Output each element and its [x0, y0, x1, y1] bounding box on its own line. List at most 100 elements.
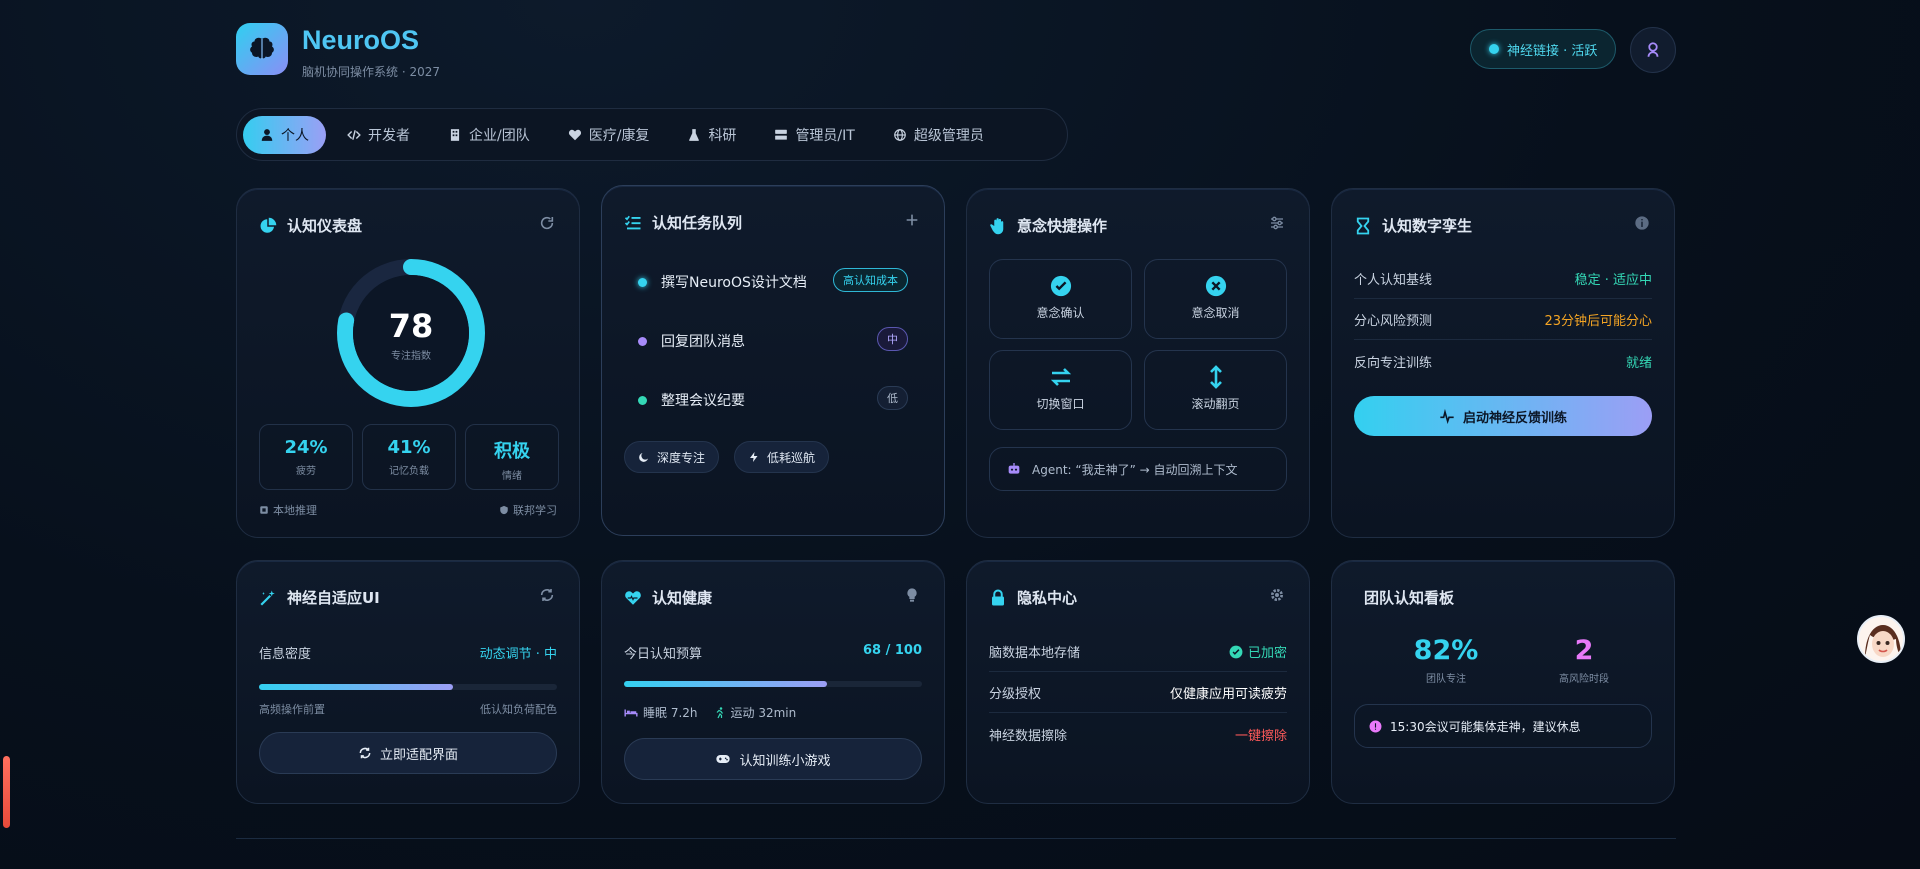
intent-title: 意念快捷操作 [1017, 217, 1108, 235]
card-title: 意念快捷操作 [989, 215, 1107, 236]
task-item[interactable]: 回复团队消息 [638, 331, 745, 351]
twin-row: 个人认知基线 稳定 · 适应中 [1354, 259, 1652, 299]
erase-link[interactable]: 一键擦除 [1235, 725, 1287, 744]
chip-icon [260, 506, 268, 514]
stat-value: 积极 [494, 441, 530, 462]
start-neurofeedback-button[interactable]: 启动神经反馈训练 [1354, 396, 1652, 436]
task-label: 整理会议纪要 [661, 393, 745, 409]
hand-icon [990, 217, 1004, 234]
tab-developer[interactable]: 开发者 [330, 116, 427, 154]
tab-label: 开发者 [368, 127, 410, 144]
density-label: 信息密度 [259, 647, 312, 662]
tab-personal[interactable]: 个人 [243, 115, 326, 154]
stat-label: 记忆负载 [389, 466, 429, 477]
side-scroll-handle[interactable] [3, 756, 10, 828]
task-dot [638, 336, 647, 346]
row-value: 仅健康应用可读疲劳 [1169, 687, 1287, 702]
hint-right: 低认知负荷配色 [480, 703, 557, 716]
task-label: 回复团队消息 [661, 334, 745, 350]
digital-twin-card: 认知数字孪生 个人认知基线 稳定 · 适应中 分心风险预测 23分钟后可能分心 … [1331, 188, 1675, 538]
pie-chart-icon [260, 217, 277, 233]
check-circle-icon [1049, 274, 1073, 298]
brain-game-button[interactable]: 认知训练小游戏 [624, 738, 922, 780]
heart-pulse-icon [568, 129, 581, 140]
scroll-page-button[interactable]: 滚动翻页 [1144, 350, 1287, 430]
user-badge-icon [1647, 42, 1659, 57]
tab-super-admin[interactable]: 超级管理员 [876, 116, 1001, 154]
privacy-row[interactable]: 神经数据擦除 一键擦除 [989, 714, 1287, 754]
tab-label: 超级管理员 [913, 127, 984, 144]
building-icon [450, 128, 460, 141]
assistant-avatar-button[interactable] [1857, 615, 1905, 663]
tab-medical[interactable]: 医疗/康复 [551, 116, 667, 154]
adaptive-title: 神经自适应UI [287, 589, 380, 607]
row-key: 反向专注训练 [1354, 355, 1433, 371]
sync-icon [540, 589, 554, 601]
privacy-center-card: 隐私中心 脑数据本地存储 已加密 分级授权 仅健康应用可读疲劳 神经数据擦除 一… [966, 560, 1310, 804]
tab-admin-it[interactable]: 管理员/IT [757, 116, 871, 154]
magic-wand-icon [260, 590, 275, 606]
running-icon [716, 706, 723, 718]
agent-hint[interactable]: Agent: “我走神了” → 自动回溯上下文 [989, 447, 1287, 491]
app-header: NeuroOS 脑机协同操作系统 · 2027 神经链接 · 活跃 [236, 23, 1676, 83]
team-board-card: 团队认知看板 82% 团队专注 2 高风险时段 15:30会议可能集体走神，建议… [1331, 560, 1675, 804]
intent-confirm-button[interactable]: 意念确认 [989, 259, 1132, 339]
sliders-icon [1271, 216, 1283, 230]
chip-label: 深度专注 [657, 450, 706, 465]
health-metrics: 睡眠 7.2h 运动 32min [624, 704, 922, 721]
robot-icon [1008, 463, 1020, 474]
tips-button[interactable] [904, 587, 922, 605]
team-alert[interactable]: 15:30会议可能集体走神，建议休息 [1354, 704, 1652, 748]
status-label: 神经链接 · 活跃 [1507, 43, 1598, 59]
neural-link-status[interactable]: 神经链接 · 活跃 [1470, 29, 1617, 69]
card-title: 神经自适应UI [259, 587, 380, 608]
stat-mood: 积极 情绪 [465, 424, 559, 490]
user-avatar-button[interactable] [1630, 27, 1676, 73]
tab-label: 医疗/康复 [588, 127, 650, 144]
vertical-arrows-icon [1204, 365, 1228, 389]
deep-focus-chip[interactable]: 深度专注 [624, 441, 720, 473]
gamepad-icon [716, 755, 731, 763]
brand-title: NeuroOS [302, 25, 420, 55]
low-power-chip[interactable]: 低耗巡航 [734, 441, 830, 473]
list-check-icon [624, 215, 641, 229]
tab-research[interactable]: 科研 [670, 116, 753, 154]
refresh-button[interactable] [539, 215, 557, 233]
tab-enterprise[interactable]: 企业/团队 [431, 116, 547, 154]
card-title: 团队认知看板 [1364, 587, 1454, 608]
card-title: 认知数字孪生 [1354, 215, 1472, 236]
task-item[interactable]: 撰写NeuroOS设计文档 [638, 272, 807, 292]
intent-settings-button[interactable] [1269, 215, 1287, 233]
stat-label: 高风险时段 [1559, 674, 1609, 685]
refresh-icon [540, 216, 554, 230]
brand-subtitle: 脑机协同操作系统 · 2027 [302, 65, 440, 79]
user-icon [261, 128, 273, 141]
tasks-title: 认知任务队列 [652, 214, 743, 232]
sync-button[interactable] [539, 587, 557, 605]
intent-cancel-button[interactable]: 意念取消 [1144, 259, 1287, 339]
row-value: 就绪 [1625, 355, 1652, 371]
intent-shortcuts-card: 意念快捷操作 意念确认 意念取消 切换窗口 滚动翻页 Agent: “我走神了”… [966, 188, 1310, 538]
switch-window-button[interactable]: 切换窗口 [989, 350, 1132, 430]
density-bar [259, 684, 557, 690]
alert-text: 15:30会议可能集体走神，建议休息 [1390, 719, 1581, 734]
focus-value: 78 [388, 307, 434, 345]
bolt-icon [750, 452, 758, 462]
server-icon [775, 129, 788, 140]
heart-pulse-icon [625, 590, 641, 605]
twin-info-button[interactable] [1634, 215, 1652, 233]
swap-arrows-icon [1049, 365, 1073, 389]
task-item[interactable]: 整理会议纪要 [638, 390, 745, 410]
privacy-settings-button[interactable] [1269, 587, 1287, 605]
globe-icon [894, 128, 906, 141]
add-task-button[interactable] [904, 212, 922, 230]
stat-value: 82% [1413, 635, 1479, 666]
adapt-now-button[interactable]: 立即适配界面 [259, 732, 557, 774]
tab-label: 个人 [281, 127, 309, 144]
budget-row: 今日认知预算 68 / 100 [624, 643, 922, 662]
row-key: 分级授权 [989, 687, 1042, 702]
budget-value: 68 / 100 [862, 643, 922, 658]
local-inference-note: 本地推理 [259, 502, 317, 518]
note-left: 本地推理 [273, 504, 317, 517]
density-bar-fill [259, 684, 453, 690]
